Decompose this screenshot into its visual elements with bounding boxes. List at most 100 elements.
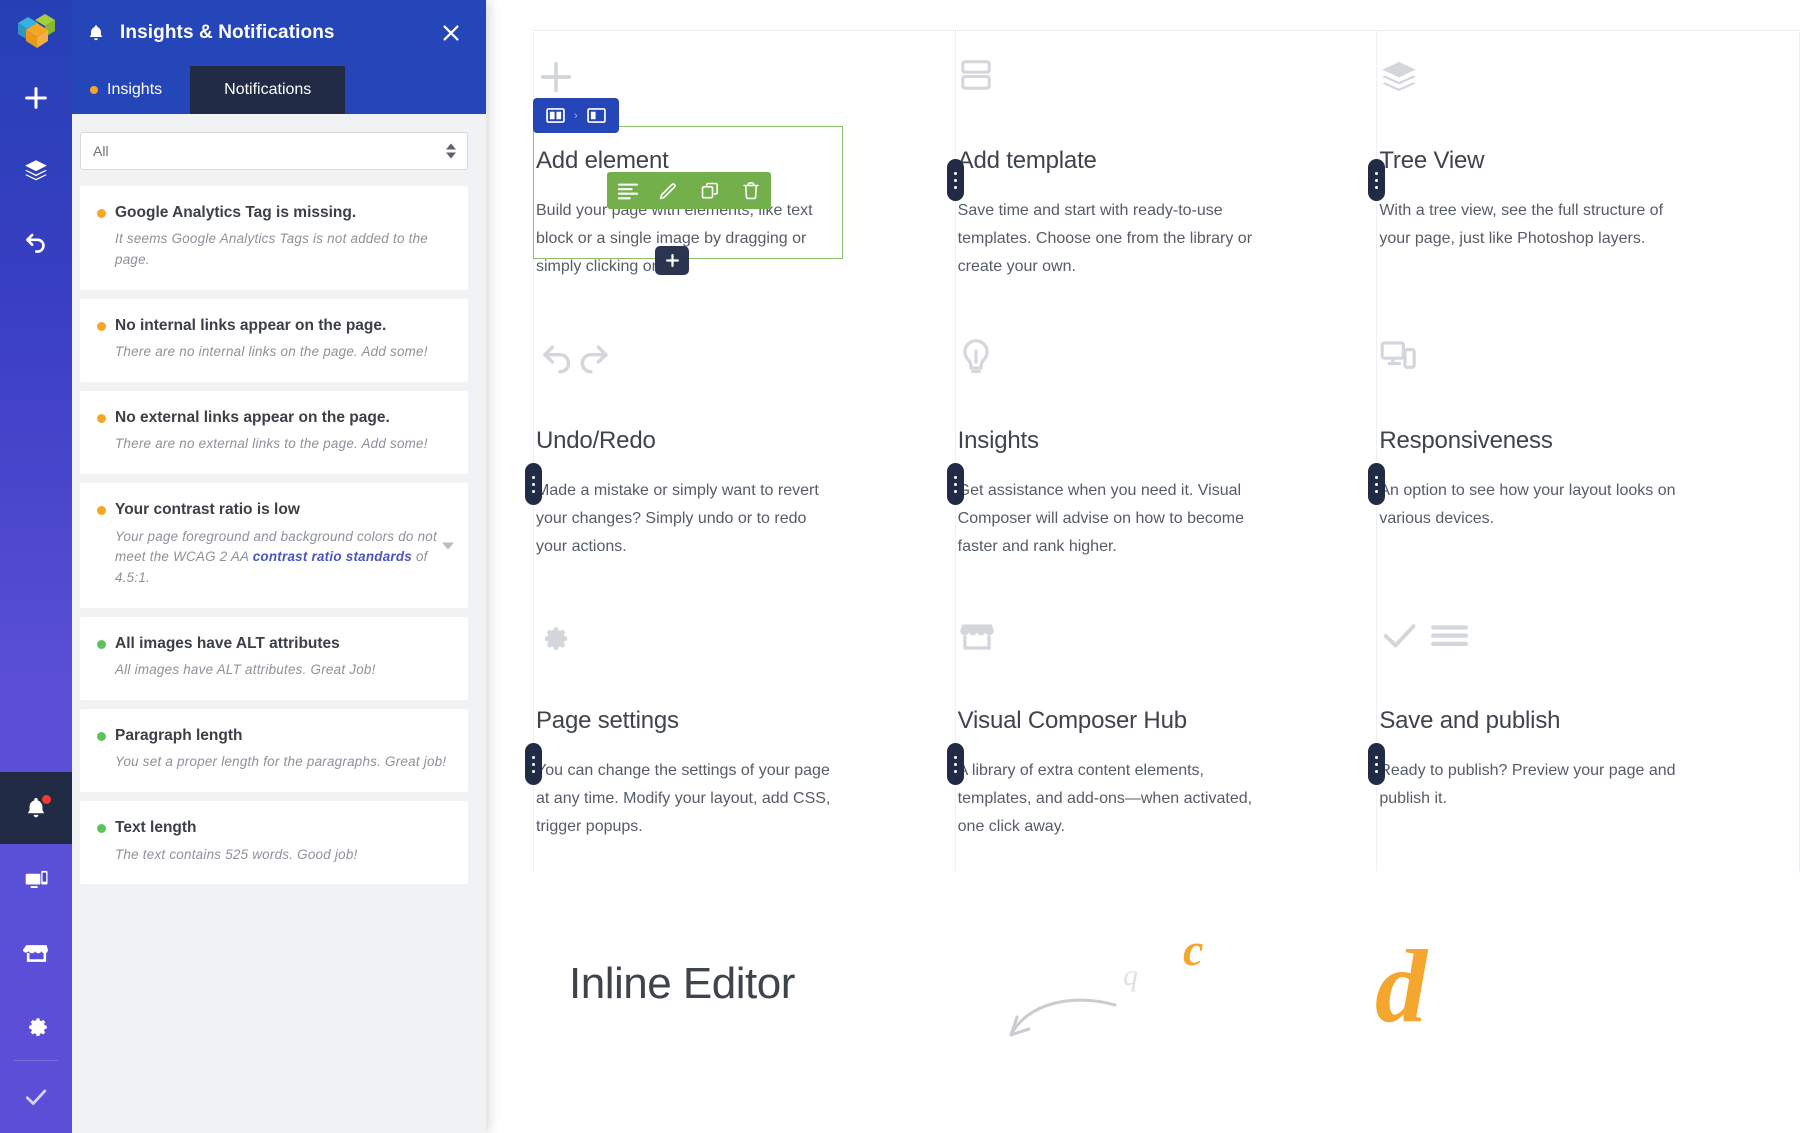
template-layout-icon [960, 60, 991, 90]
inline-editor-hero: Inline Editor q c d [533, 917, 1800, 1133]
insight-card[interactable]: No internal links appear on the page. The… [80, 298, 468, 383]
tab-insights[interactable]: Insights [62, 66, 190, 114]
feature-body: Ready to publish? Preview your page and … [1379, 762, 1676, 807]
trash-delete-icon[interactable] [730, 172, 771, 209]
feature-title: Undo/Redo [536, 427, 656, 454]
insight-card[interactable]: Text length The text contains 525 words. … [80, 801, 468, 885]
feature-cell: Visual Composer Hub A library of extra co… [946, 591, 1378, 871]
rail-item-responsive[interactable] [0, 844, 72, 916]
feature-title: Page settings [536, 707, 679, 734]
notification-badge [40, 793, 53, 806]
insights-filter-select[interactable]: All [80, 132, 468, 170]
insight-description: Your page foreground and background colo… [115, 527, 448, 589]
element-breadcrumb[interactable]: › [533, 98, 619, 133]
insights-list: Google Analytics Tag is missing. It seems… [80, 186, 468, 885]
column-drag-handle[interactable] [1368, 743, 1386, 785]
insight-card[interactable]: Google Analytics Tag is missing. It seems… [80, 186, 468, 290]
decorative-letter-q: q [1123, 959, 1138, 992]
rail-item-templates[interactable] [0, 134, 72, 206]
feature-cell: Tree View With a tree view, see the full … [1368, 31, 1799, 311]
plus-icon [540, 61, 572, 93]
insight-card[interactable]: All images have ALT attributes All images… [80, 616, 468, 700]
rail-item-notifications[interactable] [0, 772, 72, 844]
insight-title-row: Paragraph length [97, 726, 448, 745]
insight-title-row: No internal links appear on the page. [97, 316, 448, 335]
insight-severity-dot [97, 321, 106, 331]
feature-body: You can change the settings of your page… [536, 762, 831, 835]
undo-redo-arrows-icon [543, 345, 608, 374]
panel-header: Insights & Notifications [62, 0, 486, 66]
hub-shop-icon [22, 944, 48, 962]
rail-item-publish[interactable] [0, 1061, 72, 1133]
rail-item-settings[interactable] [0, 988, 72, 1060]
decorative-letter-c: c [1183, 924, 1204, 975]
left-icon-rail [0, 0, 72, 1133]
feature-cell: Add template Save time and start with rea… [946, 31, 1378, 311]
rail-item-undo[interactable] [0, 206, 72, 278]
insight-description: The text contains 525 words. Good job! [115, 845, 448, 866]
element-action-toolbar [607, 172, 771, 209]
insight-title: No external links appear on the page. [115, 409, 390, 427]
copy-duplicate-icon[interactable] [689, 172, 730, 209]
lightbulb-icon [962, 339, 989, 373]
insight-severity-dot [97, 732, 106, 741]
insights-status-dot [90, 86, 98, 94]
column-drag-handle[interactable] [946, 743, 964, 785]
column-drag-handle[interactable] [946, 159, 964, 201]
panel-title: Insights & Notifications [120, 22, 335, 43]
insight-title-row: All images have ALT attributes [97, 634, 448, 653]
feature-cell: Page settings You can change the settings… [525, 591, 956, 871]
insight-card[interactable]: Paragraph length You set a proper length … [80, 709, 468, 793]
insight-description: It seems Google Analytics Tags is not ad… [115, 229, 448, 271]
feature-body: Save time and start with ready-to-use te… [957, 202, 1253, 275]
feature-grid: Add element Build your page with elements… [525, 30, 1800, 871]
feature-title: Tree View [1379, 147, 1485, 174]
feature-title: Visual Composer Hub [957, 707, 1187, 734]
curved-arrow-icon [1003, 977, 1123, 1052]
pencil-edit-icon[interactable] [648, 172, 689, 209]
column-drag-handle[interactable] [1368, 159, 1386, 201]
tab-notifications[interactable]: Notifications [190, 66, 346, 114]
column-drag-handle[interactable] [1368, 463, 1386, 505]
feature-title: Save and publish [1379, 707, 1561, 734]
insight-card[interactable]: Your contrast ratio is low Your page fore… [80, 483, 468, 608]
add-element-chip[interactable] [655, 246, 689, 275]
insight-desc-before: All images have ALT attributes. Great Jo… [115, 662, 376, 678]
chevron-down-icon[interactable] [442, 542, 454, 550]
feature-icon [536, 617, 919, 683]
check-icon [25, 1089, 47, 1105]
align-text-icon[interactable] [607, 172, 648, 209]
stepper-arrows-icon [446, 143, 456, 159]
column-drag-handle[interactable] [946, 463, 964, 505]
insight-severity-dot [97, 414, 106, 424]
column-drag-handle[interactable] [525, 743, 542, 785]
feature-icon [1379, 337, 1763, 403]
insight-card[interactable]: No external links appear on the page. The… [80, 391, 468, 475]
feature-icon [1379, 57, 1763, 123]
feature-icon [958, 57, 1341, 123]
tab-insights-label: Insights [107, 81, 163, 98]
insight-desc-before: There are no internal links on the page.… [115, 344, 428, 360]
feature-cell: Add element Build your page with elements… [534, 31, 956, 311]
insight-link[interactable]: contrast ratio standards [253, 549, 412, 564]
close-icon[interactable] [436, 18, 466, 48]
insight-description: There are no external links to the page.… [115, 434, 448, 455]
insight-title-row: Your contrast ratio is low [97, 500, 448, 519]
feature-body: Get assistance when you need it. Visual … [957, 482, 1245, 555]
page-canvas: Add element Build your page with elements… [486, 0, 1800, 1133]
feature-title: Insights [957, 427, 1039, 454]
rail-item-add[interactable] [0, 62, 72, 134]
feature-icon [958, 617, 1341, 683]
decorative-letter-d: d [1375, 929, 1427, 1044]
feature-body: With a tree view, see the full structure… [1379, 202, 1664, 247]
insights-filter-value: All [93, 143, 109, 159]
feature-title: Add element [536, 147, 669, 174]
column-drag-handle[interactable] [525, 463, 542, 505]
breadcrumb-separator: › [574, 109, 578, 122]
check-lines-icon [1384, 624, 1469, 648]
devices-icon [25, 870, 48, 888]
insight-severity-dot [97, 506, 106, 516]
insight-description: You set a proper length for the paragrap… [115, 752, 448, 773]
feature-body: Made a mistake or simply want to revert … [536, 482, 819, 555]
rail-item-hub[interactable] [0, 916, 72, 988]
